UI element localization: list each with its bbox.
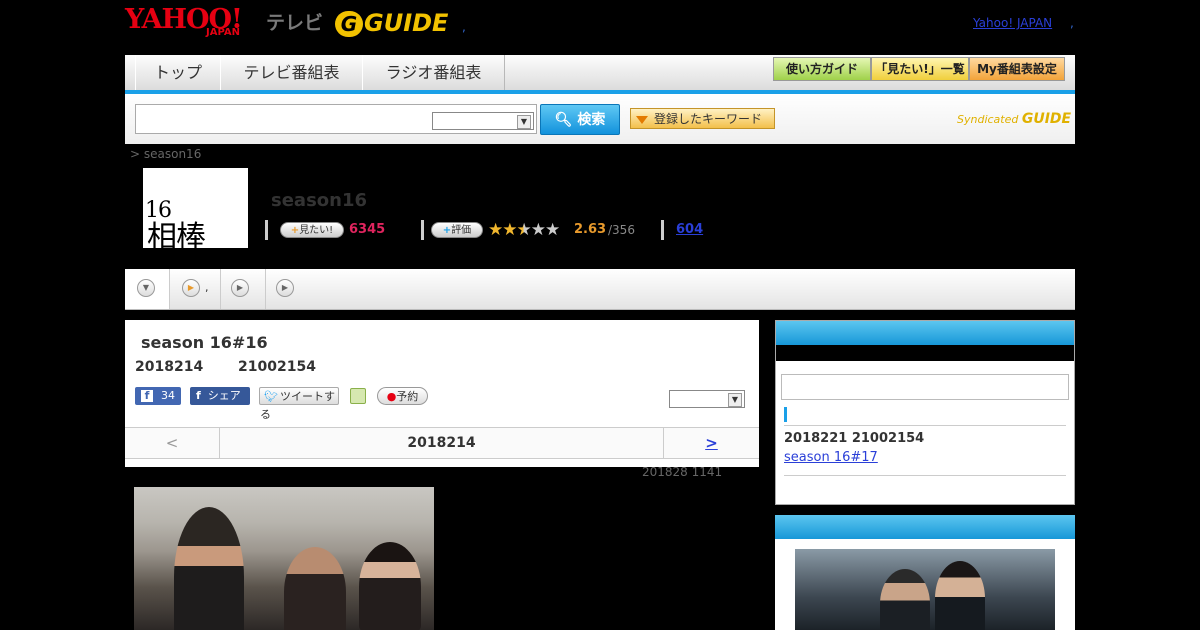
box-header: [775, 515, 1075, 539]
search-button[interactable]: 🔍︎ 検索: [540, 104, 620, 135]
search-button-label: 検索: [577, 112, 606, 128]
program-thumbnail: 相棒 16: [143, 168, 248, 255]
facebook-share-button[interactable]: f シェア: [190, 387, 250, 405]
rating-value: 2.63: [574, 222, 607, 237]
facebook-icon: f: [196, 389, 201, 402]
facebook-like-button[interactable]: f 34: [135, 387, 181, 405]
search-bar: ▼ 🔍︎ 検索 登録したキーワード Syndicated GUIDE: [125, 94, 1075, 144]
next-episode-date: 2018221 21002154: [784, 431, 925, 446]
divider: [784, 475, 1066, 476]
main-nav: トップ テレビ番組表 ラジオ番組表 使い方ガイド 「見たい!」一覧 My番組表設…: [125, 55, 1075, 94]
chevron-down-icon: ▼: [728, 393, 742, 407]
episode-panel: season 16#16 2018214 21002154 f 34 f シェア 🐦…: [125, 320, 759, 467]
yahoo-japan-link-dot[interactable]: ,: [1070, 16, 1074, 30]
air-date: 2018214: [135, 359, 204, 375]
rating-total: /356: [608, 223, 635, 237]
episode-pager: < 2018214 >: [125, 427, 759, 459]
photo-figure: [174, 507, 244, 630]
episode-photo: [134, 487, 434, 630]
divider: [784, 425, 1066, 426]
rate-button[interactable]: +評価: [431, 222, 483, 238]
tab-top[interactable]: トップ: [135, 55, 221, 90]
subtab-1[interactable]: ▶,: [170, 269, 221, 309]
play-icon: ▶: [231, 279, 249, 297]
play-icon: ▶: [182, 279, 200, 297]
saved-keywords-button[interactable]: 登録したキーワード: [630, 108, 775, 129]
syndicated-gguide-logo: Syndicated GUIDE: [957, 111, 1071, 127]
subtab-3[interactable]: ▶: [266, 269, 310, 309]
header-link-dot[interactable]: ,: [462, 20, 466, 34]
subtab-1-label: ,: [205, 281, 209, 294]
thumb-title: 相棒: [147, 220, 206, 255]
section-marker: [784, 407, 787, 422]
rate-button-label: 評価: [451, 225, 472, 236]
program-subtabs: ▼ ▶, ▶ ▶: [125, 269, 1075, 310]
previous-episode-link[interactable]: <: [125, 428, 220, 458]
want-list-button[interactable]: 「見たい!」一覧: [871, 57, 969, 81]
want-count: 6345: [349, 222, 386, 237]
plus-icon: +: [442, 225, 452, 236]
add-to-list-icon[interactable]: [350, 388, 366, 404]
want-button[interactable]: +見たい!: [280, 222, 344, 238]
review-count-link[interactable]: 604: [676, 222, 703, 237]
tab-radio-listings[interactable]: ラジオ番組表: [362, 55, 505, 90]
plus-icon: +: [290, 225, 300, 236]
my-listings-button[interactable]: My番組表設定: [969, 57, 1065, 81]
episode-title: season 16#16: [141, 333, 268, 352]
tv-label: テレビ: [266, 12, 324, 34]
search-icon: 🔍︎: [554, 112, 578, 128]
photo-figure: [935, 561, 985, 630]
record-dot-icon: ●: [386, 390, 397, 403]
reserve-button[interactable]: ●予約: [377, 387, 428, 405]
rating-stars: ★★★★★: [488, 220, 560, 240]
facebook-like-count: 34: [161, 389, 175, 402]
syndicated-label: Syndicated: [957, 113, 1019, 126]
guide-button[interactable]: 使い方ガイド: [773, 57, 871, 81]
reserve-label: 予約: [396, 390, 419, 403]
box-subheader: [776, 345, 1074, 361]
triangle-down-icon: [636, 115, 648, 124]
yahoo-japan-link[interactable]: Yahoo! JAPAN: [973, 16, 1052, 30]
breadcrumb: > season16: [130, 147, 202, 161]
episode-select[interactable]: ▼: [669, 390, 745, 408]
want-button-label: 見たい!: [299, 225, 334, 236]
subtab-2[interactable]: ▶: [221, 269, 266, 309]
divider: [661, 220, 664, 240]
facebook-share-label: シェア: [207, 389, 241, 402]
gguide-g-icon: G: [335, 11, 363, 37]
next-episode-link[interactable]: season 16#17: [784, 450, 878, 465]
gguide-logo-text: GUIDE: [364, 9, 449, 37]
promo-image[interactable]: [795, 549, 1055, 630]
next-episode-link[interactable]: >: [663, 428, 759, 458]
twitter-bird-icon: 🐦︎: [264, 390, 278, 403]
program-title: season16: [271, 190, 368, 211]
chevron-down-icon: ▼: [517, 115, 531, 129]
saved-keywords-label: 登録したキーワード: [654, 112, 763, 126]
tweet-button[interactable]: 🐦︎ ツイートする: [259, 387, 339, 421]
divider: [265, 220, 268, 240]
box-header: [776, 321, 1074, 345]
syndicated-brand: GUIDE: [1021, 111, 1072, 127]
play-icon: ▶: [276, 279, 294, 297]
photo-figure: [284, 547, 346, 630]
program-thumbnail-text: 相棒 16: [145, 190, 206, 255]
chevron-down-icon: ▼: [137, 279, 155, 297]
search-category-select[interactable]: ▼: [432, 112, 534, 130]
yahoo-japan-sublogo: JAPAN: [206, 27, 240, 38]
promo-box: [775, 515, 1075, 630]
facebook-icon: f: [141, 390, 153, 402]
photo-figure: [880, 569, 930, 630]
updated-timestamp: 201828 1141: [642, 465, 723, 479]
next-episode-box: 2018221 21002154 season 16#17: [775, 320, 1075, 505]
pager-date: 2018214: [407, 435, 476, 451]
photo-figure: [359, 542, 421, 630]
tab-tv-listings[interactable]: テレビ番組表: [220, 55, 363, 90]
gguide-logo[interactable]: G GUIDE: [335, 8, 448, 38]
subtab-active[interactable]: ▼: [125, 269, 170, 309]
sidebar-input[interactable]: [781, 374, 1069, 400]
divider: [421, 220, 424, 240]
air-time: 21002154: [238, 359, 316, 375]
